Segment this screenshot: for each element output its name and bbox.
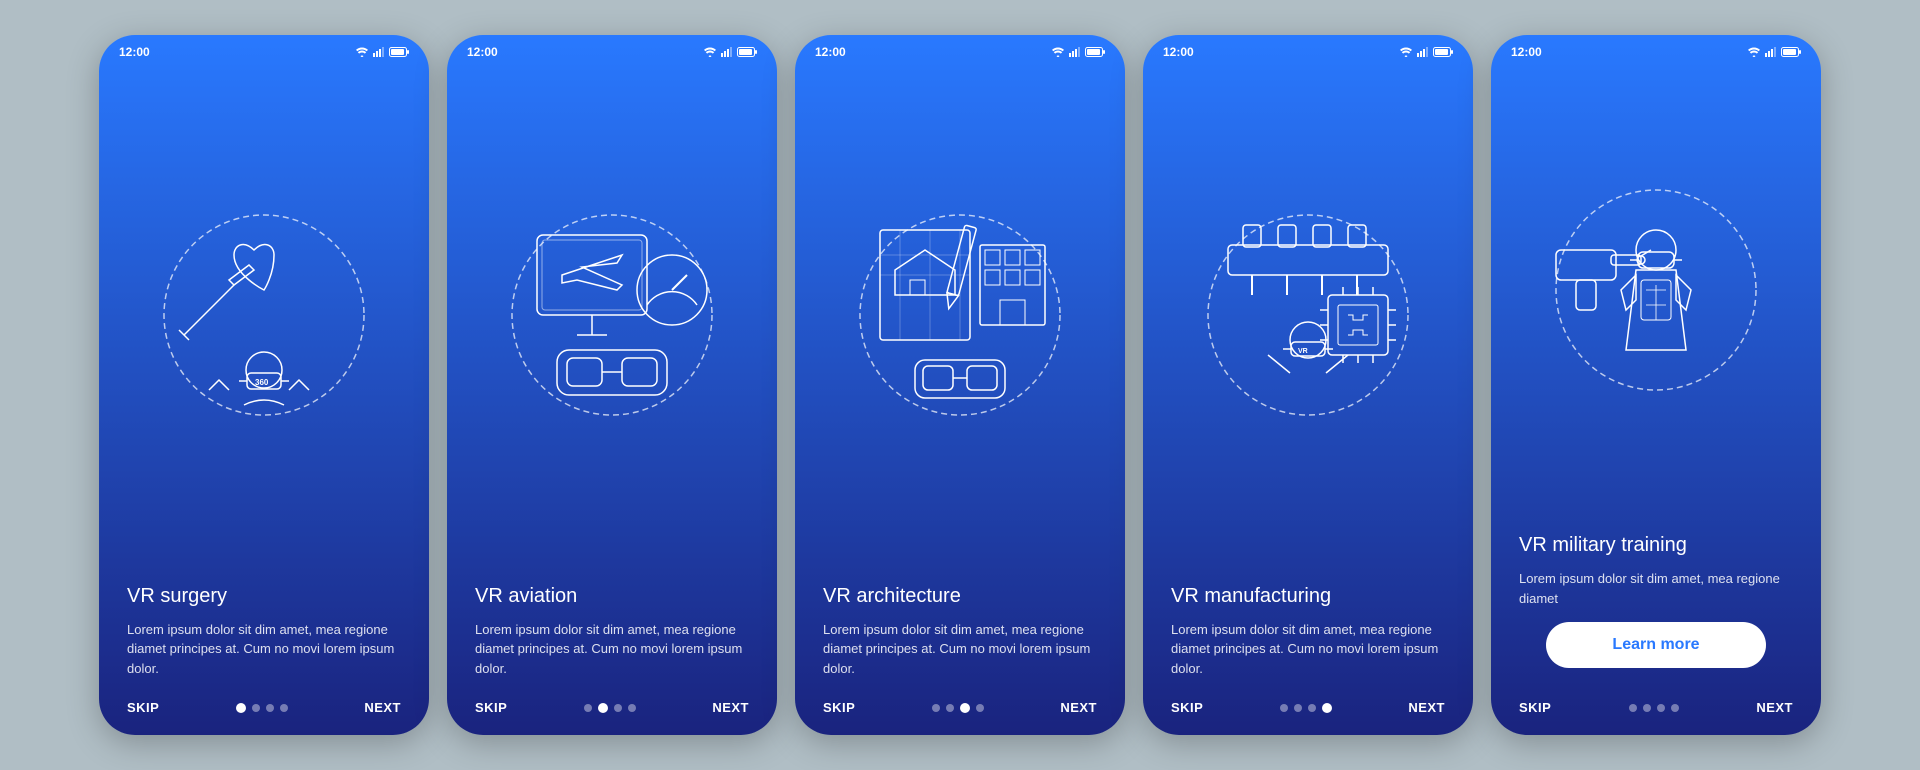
title-military: VR military training xyxy=(1519,534,1793,557)
battery-icon-manufacturing xyxy=(1433,47,1453,57)
dot-4-military xyxy=(1671,704,1679,712)
body-aviation: Lorem ipsum dolor sit dim amet, mea regi… xyxy=(475,620,749,679)
dot-2-aviation xyxy=(598,703,608,713)
illustration-military xyxy=(1491,65,1821,534)
next-button-surgery[interactable]: NEXT xyxy=(364,700,401,715)
time-surgery: 12:00 xyxy=(119,45,150,59)
dot-3-aviation xyxy=(614,704,622,712)
phone-military: 12:00 xyxy=(1491,35,1821,735)
title-manufacturing: VR manufacturing xyxy=(1171,585,1445,608)
dots-surgery xyxy=(236,703,288,713)
battery-icon xyxy=(389,47,409,57)
skip-button-manufacturing[interactable]: SKIP xyxy=(1171,700,1203,715)
svg-text:VR: VR xyxy=(1298,348,1308,355)
dot-3-architecture xyxy=(960,703,970,713)
status-bar-manufacturing: 12:00 xyxy=(1143,35,1473,65)
body-architecture: Lorem ipsum dolor sit dim amet, mea regi… xyxy=(823,620,1097,679)
skip-button-surgery[interactable]: SKIP xyxy=(127,700,159,715)
wifi-icon-aviation xyxy=(703,47,717,57)
next-button-military[interactable]: NEXT xyxy=(1756,700,1793,715)
next-button-manufacturing[interactable]: NEXT xyxy=(1408,700,1445,715)
time-manufacturing: 12:00 xyxy=(1163,45,1194,59)
dot-4-surgery xyxy=(280,704,288,712)
dot-1-manufacturing xyxy=(1280,704,1288,712)
dot-2-manufacturing xyxy=(1294,704,1302,712)
battery-icon-military xyxy=(1781,47,1801,57)
time-aviation: 12:00 xyxy=(467,45,498,59)
dot-3-military xyxy=(1657,704,1665,712)
dot-1-aviation xyxy=(584,704,592,712)
text-content-surgery: VR surgery Lorem ipsum dolor sit dim ame… xyxy=(99,585,429,689)
status-icons-manufacturing xyxy=(1399,47,1453,57)
text-content-manufacturing: VR manufacturing Lorem ipsum dolor sit d… xyxy=(1143,585,1473,689)
nav-bar-surgery: SKIP NEXT xyxy=(99,688,429,735)
battery-icon-aviation xyxy=(737,47,757,57)
dots-military xyxy=(1629,704,1679,712)
dot-4-manufacturing xyxy=(1322,703,1332,713)
status-bar-architecture: 12:00 xyxy=(795,35,1125,65)
wifi-icon-military xyxy=(1747,47,1761,57)
dot-4-aviation xyxy=(628,704,636,712)
dot-2-architecture xyxy=(946,704,954,712)
dot-1-military xyxy=(1629,704,1637,712)
next-button-aviation[interactable]: NEXT xyxy=(712,700,749,715)
skip-button-military[interactable]: SKIP xyxy=(1519,700,1551,715)
illustration-manufacturing: VR xyxy=(1143,65,1473,585)
signal-icon-military xyxy=(1765,47,1777,57)
time-architecture: 12:00 xyxy=(815,45,846,59)
nav-bar-military: SKIP NEXT xyxy=(1491,688,1821,735)
dots-architecture xyxy=(932,703,984,713)
title-surgery: VR surgery xyxy=(127,585,401,608)
body-manufacturing: Lorem ipsum dolor sit dim amet, mea regi… xyxy=(1171,620,1445,679)
dot-2-surgery xyxy=(252,704,260,712)
illustration-architecture xyxy=(795,65,1125,585)
wifi-icon xyxy=(355,47,369,57)
dot-3-manufacturing xyxy=(1308,704,1316,712)
phone-surgery: 12:00 xyxy=(99,35,429,735)
status-bar-military: 12:00 xyxy=(1491,35,1821,65)
phone-architecture: 12:00 xyxy=(795,35,1125,735)
illustration-surgery: 360 xyxy=(99,65,429,585)
next-button-architecture[interactable]: NEXT xyxy=(1060,700,1097,715)
status-icons-military xyxy=(1747,47,1801,57)
phone-manufacturing: 12:00 xyxy=(1143,35,1473,735)
text-content-aviation: VR aviation Lorem ipsum dolor sit dim am… xyxy=(447,585,777,689)
signal-icon xyxy=(373,47,385,57)
signal-icon-manufacturing xyxy=(1417,47,1429,57)
status-icons-surgery xyxy=(355,47,409,57)
status-bar-surgery: 12:00 xyxy=(99,35,429,65)
dot-3-surgery xyxy=(266,704,274,712)
body-military: Lorem ipsum dolor sit dim amet, mea regi… xyxy=(1519,569,1793,608)
dot-1-surgery xyxy=(236,703,246,713)
status-bar-aviation: 12:00 xyxy=(447,35,777,65)
phone-aviation: 12:00 xyxy=(447,35,777,735)
dot-1-architecture xyxy=(932,704,940,712)
wifi-icon-architecture xyxy=(1051,47,1065,57)
text-content-military: VR military training Lorem ipsum dolor s… xyxy=(1491,534,1821,688)
nav-bar-manufacturing: SKIP NEXT xyxy=(1143,688,1473,735)
learn-more-button[interactable]: Learn more xyxy=(1546,622,1765,668)
illustration-aviation xyxy=(447,65,777,585)
time-military: 12:00 xyxy=(1511,45,1542,59)
dot-4-architecture xyxy=(976,704,984,712)
skip-button-aviation[interactable]: SKIP xyxy=(475,700,507,715)
dot-2-military xyxy=(1643,704,1651,712)
body-surgery: Lorem ipsum dolor sit dim amet, mea regi… xyxy=(127,620,401,679)
title-aviation: VR aviation xyxy=(475,585,749,608)
skip-button-architecture[interactable]: SKIP xyxy=(823,700,855,715)
nav-bar-architecture: SKIP NEXT xyxy=(795,688,1125,735)
dots-manufacturing xyxy=(1280,703,1332,713)
wifi-icon-manufacturing xyxy=(1399,47,1413,57)
battery-icon-architecture xyxy=(1085,47,1105,57)
svg-text:360: 360 xyxy=(255,378,269,387)
nav-bar-aviation: SKIP NEXT xyxy=(447,688,777,735)
title-architecture: VR architecture xyxy=(823,585,1097,608)
signal-icon-architecture xyxy=(1069,47,1081,57)
phones-container: 12:00 xyxy=(99,35,1821,735)
status-icons-architecture xyxy=(1051,47,1105,57)
signal-icon-aviation xyxy=(721,47,733,57)
status-icons-aviation xyxy=(703,47,757,57)
text-content-architecture: VR architecture Lorem ipsum dolor sit di… xyxy=(795,585,1125,689)
dots-aviation xyxy=(584,703,636,713)
